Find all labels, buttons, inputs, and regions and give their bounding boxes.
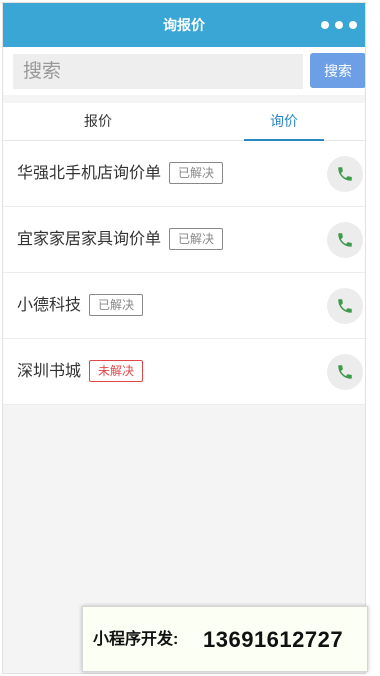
inquiry-list: 华强北手机店询价单 已解决 宜家家居家具询价单 已解决 小德科技 已解决 深圳书… [3,141,365,405]
item-title: 深圳书城 [17,363,82,380]
phone-icon [338,365,352,379]
tab-bar: 报价 询价 [3,103,365,141]
list-item[interactable]: 深圳书城 未解决 [3,339,365,405]
item-title: 华强北手机店询价单 [17,165,162,182]
promo-label: 小程序开发: [93,631,179,648]
item-title: 小德科技 [17,297,82,314]
tab-quote[interactable]: 报价 [58,103,138,141]
call-button[interactable] [327,354,363,390]
more-dots-icon[interactable] [321,17,357,33]
phone-icon [338,299,352,313]
item-title: 宜家家居家具询价单 [17,231,162,248]
item-title-wrap: 宜家家居家具询价单 已解决 [17,207,224,273]
item-title-wrap: 华强北手机店询价单 已解决 [17,141,224,207]
call-button[interactable] [327,222,363,258]
search-input[interactable] [13,54,303,89]
item-title-wrap: 小德科技 已解决 [17,273,144,339]
promo-banner: 小程序开发: 13691612727 [82,606,368,672]
list-item[interactable]: 宜家家居家具询价单 已解决 [3,207,365,273]
phone-icon [338,233,352,247]
list-item[interactable]: 小德科技 已解决 [3,273,365,339]
search-button[interactable]: 搜索 [310,53,365,88]
search-bar: 搜索 [3,47,365,95]
dot [335,21,343,29]
status-badge: 已解决 [169,227,224,250]
title-bar: 询报价 [3,3,365,47]
dot [349,21,357,29]
app-frame: 询报价 搜索 报价 询价 华强北手机店询价单已解决 宜家家居家具询价单已解决 [2,2,366,674]
page-title: 询报价 [163,17,205,33]
status-badge: 已解决 [169,161,224,184]
status-badge: 已解决 [89,293,144,316]
call-button[interactable] [327,156,363,192]
status-badge: 未解决 [89,359,144,382]
tab-inquiry[interactable]: 询价 [244,103,324,141]
dot [321,21,329,29]
call-button[interactable] [327,288,363,324]
item-title-wrap: 深圳书城 未解决 [17,339,144,405]
list-item[interactable]: 华强北手机店询价单 已解决 [3,141,365,207]
phone-icon [338,167,352,181]
promo-phone: 13691612727 [203,627,344,652]
